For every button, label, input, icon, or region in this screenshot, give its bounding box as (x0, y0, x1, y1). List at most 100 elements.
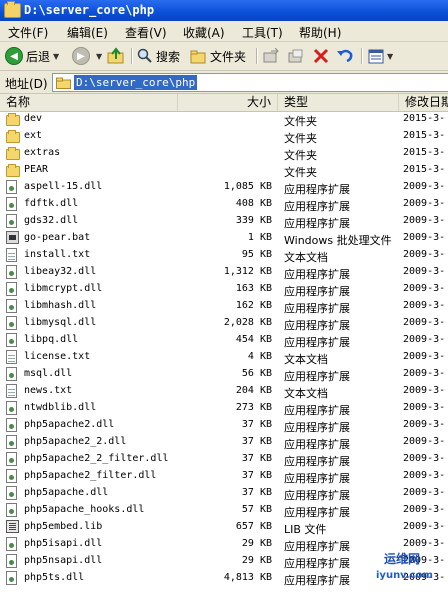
file-row[interactable]: libpq.dll 454 KB 应用程序扩展 2009-3- (0, 332, 448, 349)
folder-icon (56, 77, 71, 89)
dll-icon (6, 537, 17, 551)
dll-icon (6, 401, 17, 415)
column-name[interactable]: 名称 (0, 94, 178, 111)
file-row[interactable]: extras 文件夹 2015-3- (0, 145, 448, 162)
folder-icon (6, 147, 20, 160)
dll-icon (6, 180, 17, 194)
menu-edit[interactable]: 编辑(E) (67, 24, 108, 41)
search-button[interactable]: 搜索 (137, 46, 180, 66)
file-name: libmhash.dll (24, 300, 97, 311)
file-row[interactable]: php5embed.lib 657 KB LIB 文件 2009-3- (0, 519, 448, 536)
address-label: 地址(D) (5, 77, 48, 91)
txt-icon (6, 248, 17, 262)
file-date: 2009-3- (403, 487, 446, 498)
title-bar[interactable]: D:\server_core\php (0, 0, 448, 21)
menu-favorites[interactable]: 收藏(A) (183, 24, 225, 41)
forward-button[interactable]: ▶ ▼ (72, 46, 102, 66)
file-date: 2009-3- (403, 300, 446, 311)
file-size: 162 KB (235, 300, 272, 311)
dll-icon (6, 452, 17, 466)
chevron-down-icon[interactable]: ▼ (53, 52, 59, 61)
delete-button[interactable] (313, 46, 329, 66)
file-size: 408 KB (235, 198, 272, 209)
file-row[interactable]: gds32.dll 339 KB 应用程序扩展 2009-3- (0, 213, 448, 230)
file-row[interactable]: ntwdblib.dll 273 KB 应用程序扩展 2009-3- (0, 400, 448, 417)
file-date: 2015-3- (403, 113, 446, 124)
file-size: 163 KB (235, 283, 272, 294)
file-row[interactable]: php5apache_hooks.dll 57 KB 应用程序扩展 2009-3- (0, 502, 448, 519)
back-label: 后退 (26, 49, 51, 64)
file-name: ntwdblib.dll (24, 402, 97, 413)
column-modified[interactable]: 修改日期 (399, 94, 448, 111)
back-arrow-icon: ◀ (5, 47, 23, 65)
file-row[interactable]: libmhash.dll 162 KB 应用程序扩展 2009-3- (0, 298, 448, 315)
dll-icon (6, 299, 17, 313)
file-type: 文件夹 (284, 115, 317, 128)
file-row[interactable]: go-pear.bat 1 KB Windows 批处理文件 2009-3- (0, 230, 448, 247)
chevron-down-icon[interactable]: ▼ (96, 52, 102, 61)
file-row[interactable]: dev 文件夹 2015-3- (0, 111, 448, 128)
up-folder-button[interactable] (107, 46, 125, 66)
dll-icon (6, 469, 17, 483)
file-name: gds32.dll (24, 215, 79, 226)
back-button[interactable]: ◀ 后退 ▼ (5, 46, 59, 66)
file-row[interactable]: install.txt 95 KB 文本文档 2009-3- (0, 247, 448, 264)
search-label: 搜索 (156, 49, 181, 64)
copy-to-button[interactable] (288, 46, 305, 66)
file-type: 应用程序扩展 (284, 438, 350, 451)
file-name: php5apache_hooks.dll (24, 504, 145, 515)
file-type: 应用程序扩展 (284, 302, 350, 315)
up-folder-icon (107, 47, 124, 64)
file-row[interactable]: fdftk.dll 408 KB 应用程序扩展 2009-3- (0, 196, 448, 213)
menu-view[interactable]: 查看(V) (125, 24, 167, 41)
menu-tools[interactable]: 工具(T) (242, 24, 283, 41)
file-row[interactable]: news.txt 204 KB 文本文档 2009-3- (0, 383, 448, 400)
move-to-button[interactable] (263, 46, 280, 66)
column-type[interactable]: 类型 (278, 94, 399, 111)
file-size: 37 KB (241, 419, 272, 430)
file-row[interactable]: php5apache2_filter.dll 37 KB 应用程序扩展 2009-3- (0, 468, 448, 485)
file-name: go-pear.bat (24, 232, 91, 243)
menu-file[interactable]: 文件(F) (8, 24, 48, 41)
file-row[interactable]: libmysql.dll 2,028 KB 应用程序扩展 2009-3- (0, 315, 448, 332)
undo-button[interactable] (336, 46, 354, 66)
column-size[interactable]: 大小 (178, 94, 278, 111)
menu-help[interactable]: 帮助(H) (299, 24, 341, 41)
folders-button[interactable]: 文件夹 (190, 46, 246, 66)
file-row[interactable]: php5apache.dll 37 KB 应用程序扩展 2009-3- (0, 485, 448, 502)
file-row[interactable]: php5apache2_2.dll 37 KB 应用程序扩展 2009-3- (0, 434, 448, 451)
file-date: 2009-3- (403, 249, 446, 260)
address-input[interactable]: D:\server_core\php (52, 73, 448, 92)
views-button[interactable]: ▼ (368, 46, 393, 66)
file-type: 应用程序扩展 (284, 319, 350, 332)
file-row[interactable]: msql.dll 56 KB 应用程序扩展 2009-3- (0, 366, 448, 383)
file-type: 应用程序扩展 (284, 506, 350, 519)
file-size: 37 KB (241, 436, 272, 447)
file-name: news.txt (24, 385, 73, 396)
file-date: 2009-3- (403, 436, 446, 447)
file-date: 2009-3- (403, 385, 446, 396)
dll-icon (6, 282, 17, 296)
file-row[interactable]: libeay32.dll 1,312 KB 应用程序扩展 2009-3- (0, 264, 448, 281)
chevron-down-icon[interactable]: ▼ (387, 52, 393, 61)
file-row[interactable]: aspell-15.dll 1,085 KB 应用程序扩展 2009-3- (0, 179, 448, 196)
file-name: php5ts.dll (24, 572, 85, 583)
dll-icon (6, 571, 17, 585)
file-row[interactable]: php5apache2_2_filter.dll 37 KB 应用程序扩展 2009-… (0, 451, 448, 468)
dll-icon (6, 503, 17, 517)
file-row[interactable]: license.txt 4 KB 文本文档 2009-3- (0, 349, 448, 366)
address-value[interactable]: D:\server_core\php (74, 75, 198, 90)
file-row[interactable]: PEAR 文件夹 2015-3- (0, 162, 448, 179)
file-type: 应用程序扩展 (284, 557, 350, 570)
file-size: 1,312 KB (223, 266, 272, 277)
file-name: ext (24, 130, 43, 141)
file-type: 文件夹 (284, 132, 317, 145)
window-title: D:\server_core\php (24, 3, 155, 17)
file-row[interactable]: php5apache2.dll 37 KB 应用程序扩展 2009-3- (0, 417, 448, 434)
file-size: 204 KB (235, 385, 272, 396)
file-row[interactable]: libmcrypt.dll 163 KB 应用程序扩展 2009-3- (0, 281, 448, 298)
file-type: 应用程序扩展 (284, 336, 350, 349)
file-row[interactable]: ext 文件夹 2015-3- (0, 128, 448, 145)
file-name: fdftk.dll (24, 198, 79, 209)
file-type: 应用程序扩展 (284, 455, 350, 468)
